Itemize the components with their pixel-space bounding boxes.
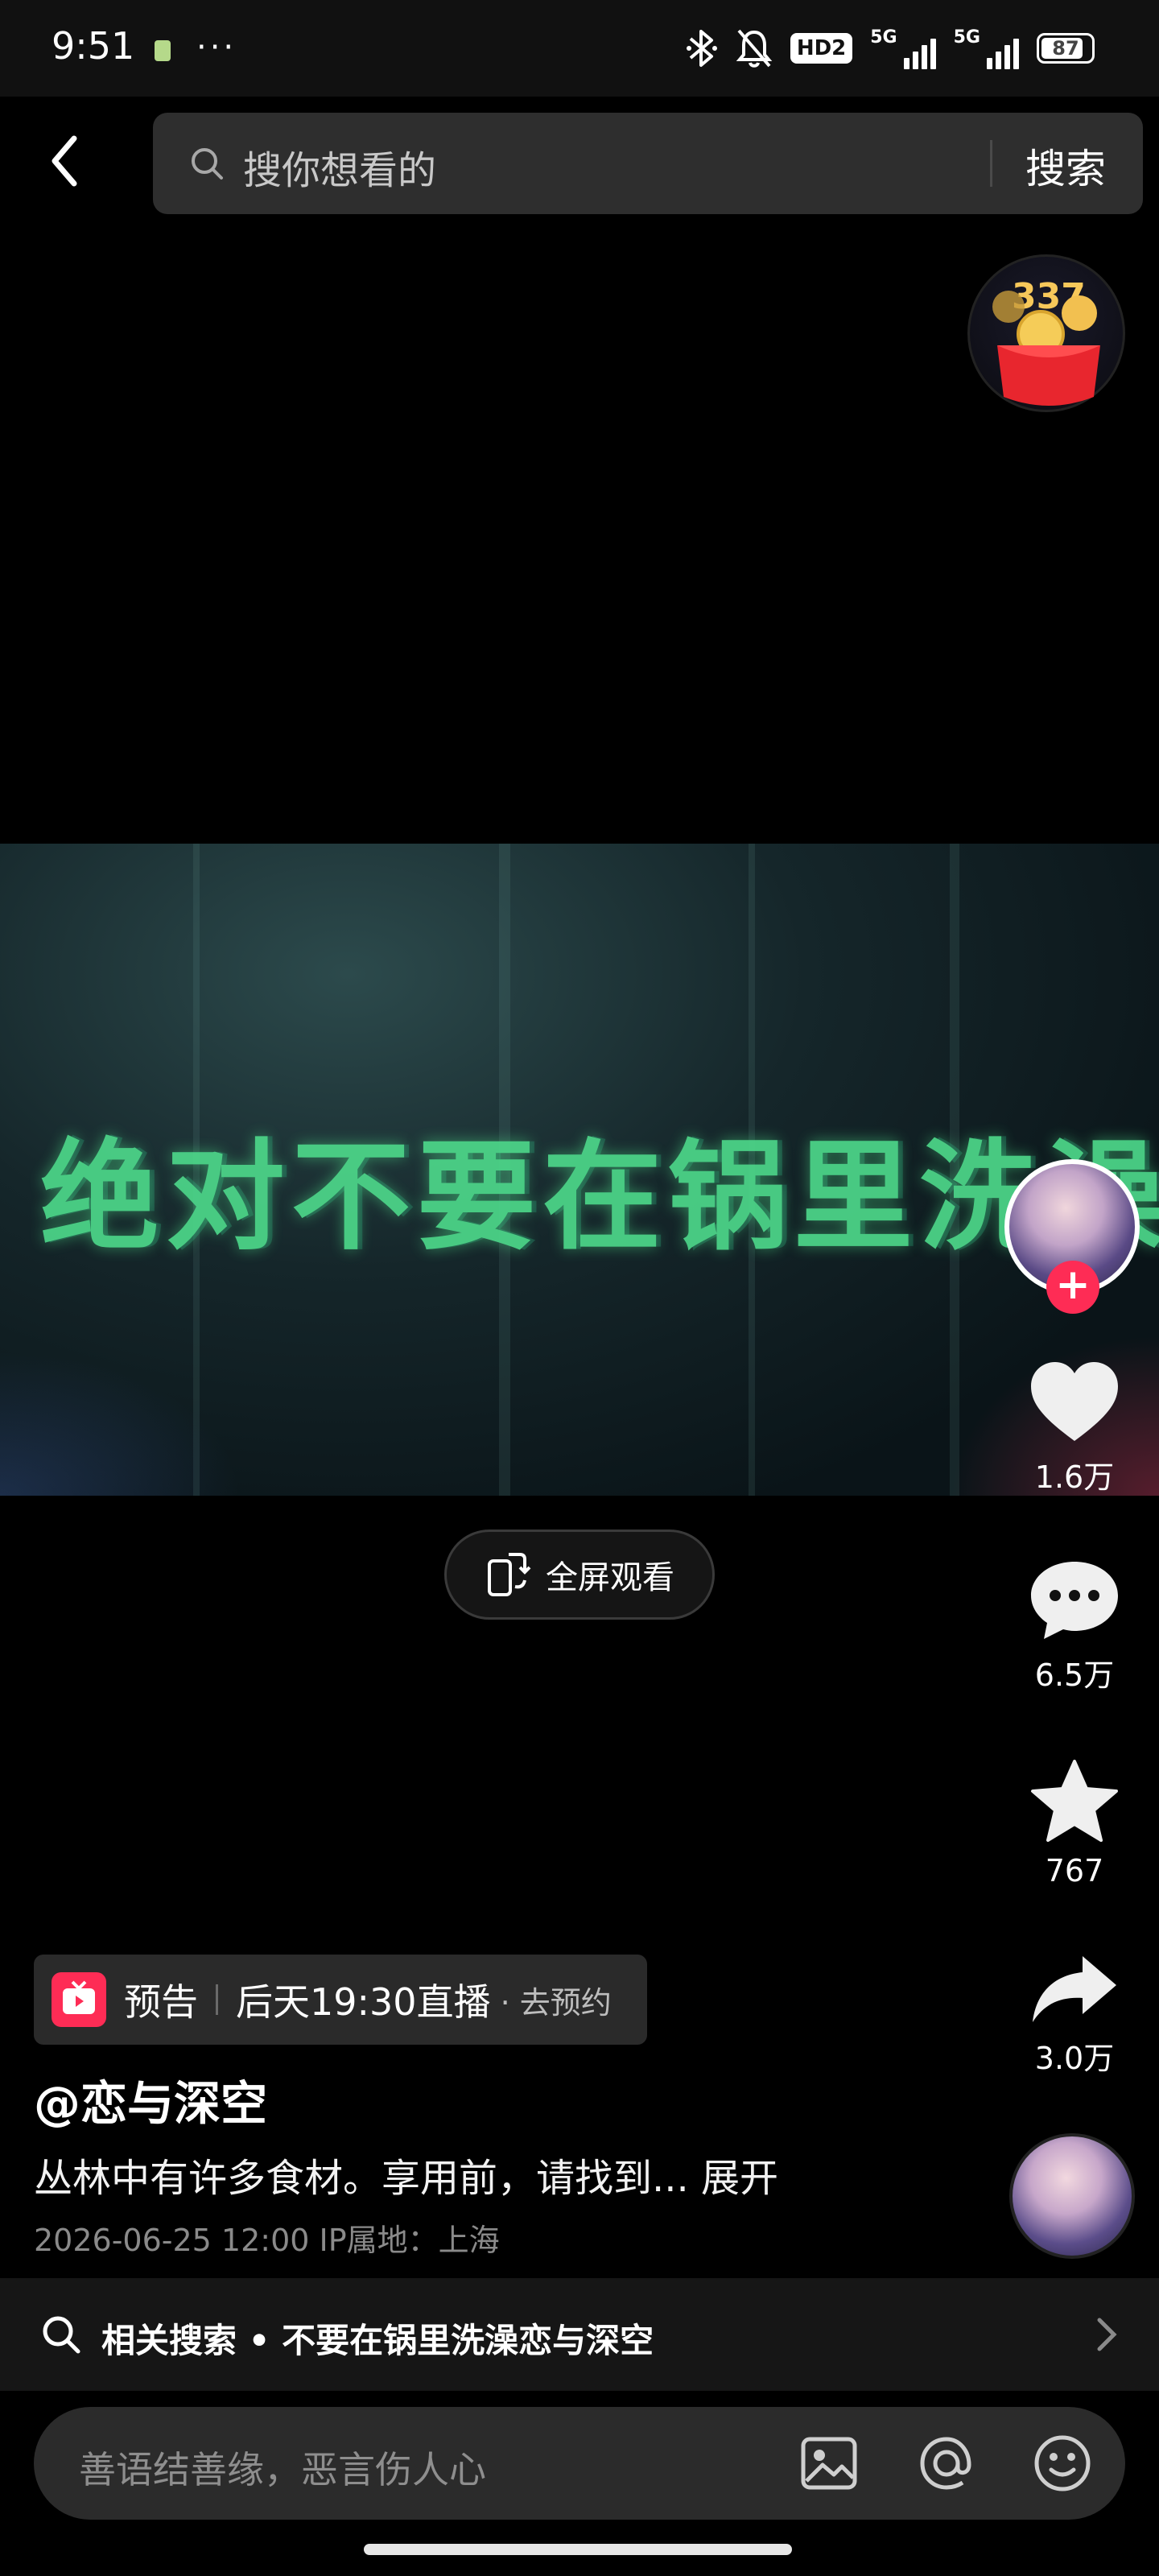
bluetooth-icon	[686, 27, 718, 69]
comment-button[interactable]: 6.5万	[998, 1558, 1151, 1695]
status-icons: HD2 5G 5G 87	[686, 27, 1095, 69]
red-envelope-icon	[992, 291, 1100, 406]
search-icon	[43, 2316, 80, 2354]
comment-input-bar[interactable]: 善语结善缘，恶言伤人心	[34, 2407, 1125, 2520]
search-icon	[192, 148, 223, 180]
post-meta: 2026-06-25 12:00 IP属地：上海	[34, 2223, 500, 2258]
more-notifications-icon: ···	[196, 29, 237, 66]
battery-icon: 87	[1037, 27, 1095, 69]
video-glow	[0, 1351, 241, 1496]
status-bar: 9:51 ··· HD2 5G 5G 87	[0, 0, 1159, 97]
star-icon	[1031, 1760, 1118, 1842]
share-button[interactable]: 3.0万	[998, 1953, 1151, 2078]
share-count: 3.0万	[1034, 2041, 1115, 2076]
net-label-1: 5G	[870, 27, 897, 47]
fullscreen-label: 全屏观看	[546, 1559, 674, 1596]
author-name[interactable]: @恋与深空	[34, 2066, 267, 2133]
share-icon	[1033, 1956, 1116, 2022]
related-search-bar[interactable]: 相关搜索 • 不要在锅里洗澡恋与深空	[0, 2278, 1159, 2391]
video-player[interactable]: 绝对不要在锅里洗澡	[0, 844, 1159, 1496]
reward-coin-badge[interactable]: 337	[967, 254, 1125, 412]
like-count: 1.6万	[1034, 1459, 1115, 1495]
rotate-screen-icon	[488, 1553, 531, 1596]
video-caption[interactable]: 丛林中有许多食材。享用前，请找到... 展开	[34, 2146, 778, 2202]
live-time: 后天19:30直播	[236, 1980, 491, 2024]
net-label-2: 5G	[953, 27, 980, 47]
comment-count: 6.5万	[1034, 1657, 1115, 1693]
favorite-count: 767	[1045, 1853, 1104, 1889]
search-button[interactable]: 搜索	[1025, 137, 1106, 195]
heart-icon	[1031, 1362, 1118, 1441]
mention-icon[interactable]	[916, 2433, 977, 2494]
mute-bell-icon	[736, 27, 773, 69]
notification-icon	[155, 40, 171, 61]
reserve-link[interactable]: · 去预约	[501, 1978, 612, 2022]
live-preview-tag: 预告	[124, 1980, 198, 2024]
back-button[interactable]	[42, 129, 106, 201]
like-button[interactable]: 1.6万	[998, 1360, 1151, 1496]
live-preview-banner[interactable]: 预告 后天19:30直播 · 去预约	[34, 1955, 647, 2045]
chevron-right-icon	[1097, 2318, 1117, 2351]
follow-plus-button[interactable]: +	[1046, 1261, 1099, 1314]
home-indicator[interactable]	[364, 2544, 792, 2555]
live-divider	[216, 1984, 218, 2015]
comment-input[interactable]: 善语结善缘，恶言伤人心	[79, 2441, 486, 2494]
emoji-icon[interactable]	[1032, 2433, 1093, 2494]
signal-5g-icon-1: 5G	[870, 27, 936, 69]
image-icon[interactable]	[798, 2433, 860, 2494]
fullscreen-button[interactable]: 全屏观看	[444, 1530, 715, 1620]
chevron-left-icon	[52, 135, 77, 187]
live-tv-icon	[52, 1972, 106, 2027]
related-search-label: 相关搜索 • 不要在锅里洗澡恋与深空	[101, 2321, 654, 2360]
signal-5g-icon-2: 5G	[954, 27, 1019, 69]
hd-voice-icon: HD2	[790, 27, 853, 69]
video-title-text: 绝对不要在锅里洗澡	[40, 1128, 1159, 1266]
hd-label: HD2	[790, 33, 853, 64]
comment-icon	[1031, 1562, 1118, 1639]
search-divider	[990, 140, 992, 187]
status-time: 9:51	[52, 24, 135, 68]
music-disc-avatar[interactable]	[1009, 2133, 1135, 2259]
search-bar[interactable]: 搜你想看的 搜索	[153, 113, 1143, 214]
search-input[interactable]: 搜你想看的	[243, 138, 436, 195]
favorite-button[interactable]: 767	[998, 1758, 1151, 1889]
battery-level: 87	[1052, 37, 1079, 60]
